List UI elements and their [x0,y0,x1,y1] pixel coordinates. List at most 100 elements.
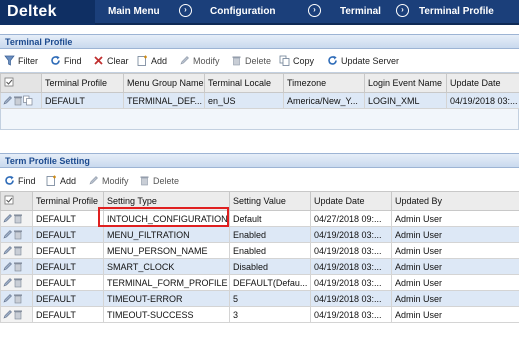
table-cell: Admin User [391,226,519,243]
term-profile-setting-toolbar: Find Add Modify Delete [0,172,519,190]
nav-main-menu[interactable]: Main Menu [108,6,160,17]
column-header[interactable]: Update Date [446,73,519,93]
table-cell: TIMEOUT-SUCCESS [103,306,230,323]
trash-icon[interactable] [13,213,23,224]
nav-configuration[interactable]: Configuration [210,6,276,17]
table-cell: DEFAULT [32,274,104,291]
update-server-label: Update Server [341,56,400,66]
table-row[interactable]: DEFAULT TIMEOUT-ERROR 5 04/19/2018 03:... Ad… [0,290,519,307]
pencil-icon [180,56,189,65]
table-row[interactable]: DEFAULT MENU_FILTRATION Enabled 04/19/2018 … [0,226,519,243]
copy-button[interactable]: Copy [279,55,314,68]
table-row[interactable]: DEFAULT MENU_PERSON_NAME Enabled 04/19/2018… [0,242,519,259]
table-cell: 3 [229,306,311,323]
edit-icon[interactable] [3,245,13,256]
nav-terminal[interactable]: Terminal [340,6,381,17]
table-cell: 04/19/2018 03:... [446,92,519,109]
edit-icon[interactable] [3,229,13,240]
column-header[interactable]: Terminal Locale [204,73,284,93]
table-cell: Disabled [229,258,311,275]
clear-button[interactable]: Clear [93,55,129,68]
edit-icon[interactable] [3,293,13,304]
edit-icon[interactable] [3,213,13,224]
row-actions [0,290,33,307]
table-cell: en_US [204,92,284,109]
table-cell: Admin User [391,274,519,291]
highlight-box [98,207,229,227]
copy-label: Copy [293,56,315,66]
modify-button[interactable]: Modify [179,55,220,68]
delete-label: Delete [245,56,272,66]
row-actions [0,226,33,243]
table-cell: 04/19/2018 03:... [310,290,392,307]
table-cell: DEFAULT [32,226,104,243]
trash-icon[interactable] [13,277,23,288]
table-cell: Admin User [391,242,519,259]
edit-icon[interactable] [3,261,13,272]
trash-icon[interactable] [13,95,23,106]
table-cell: Admin User [391,306,519,323]
column-header[interactable]: Menu Group Name [123,73,205,93]
table-cell: 04/19/2018 03:... [310,226,392,243]
column-header[interactable]: Login Event Name [364,73,447,93]
find-label: Find [18,176,36,186]
select-all-header[interactable] [0,73,42,93]
table-cell: DEFAULT [41,92,124,109]
table-cell: America/New_Y... [283,92,365,109]
add-button[interactable]: Add [137,55,167,68]
table-cell: 04/19/2018 03:... [310,258,392,275]
table-row[interactable]: DEFAULT TERMINAL_FORM_PROFILE DEFAULT(Defa… [0,274,519,291]
modify-button[interactable]: Modify [88,175,129,188]
column-header[interactable]: Updated By [391,191,519,211]
delete-button[interactable]: Delete [231,55,271,68]
update-server-button[interactable]: Update Server [327,55,399,68]
table-cell: LOGIN_XML [364,92,447,109]
column-header[interactable]: Terminal Profile [41,73,124,93]
table-cell: Enabled [229,226,311,243]
edit-icon[interactable] [3,309,13,320]
column-header[interactable]: Terminal Profile [32,191,104,211]
term-profile-setting-section-header: Term Profile Setting [0,153,519,168]
table-cell: Admin User [391,290,519,307]
table-row[interactable]: DEFAULT TIMEOUT-SUCCESS 3 04/19/2018 03:...… [0,306,519,323]
clear-label: Clear [107,56,129,66]
edit-icon[interactable] [3,95,13,106]
table-cell: TERMINAL_FORM_PROFILE [103,274,230,291]
trash-icon[interactable] [13,245,23,256]
delete-button[interactable]: Delete [139,175,179,188]
select-all-header[interactable] [0,191,33,211]
table-cell: Admin User [391,210,519,227]
trash-icon[interactable] [13,261,23,272]
add-button[interactable]: Add [46,175,76,188]
add-label: Add [151,56,168,66]
table-cell: DEFAULT [32,290,104,307]
nav-arrow-icon: › [179,4,192,17]
table-row[interactable]: DEFAULT TERMINAL_DEF... en_US America/Ne… [0,92,519,109]
column-header[interactable]: Setting Value [229,191,311,211]
filter-button[interactable]: Filter [4,55,38,68]
nav-terminal-profile[interactable]: Terminal Profile [419,6,494,17]
column-header[interactable]: Timezone [283,73,365,93]
sync-icon [328,55,337,65]
terminal-profile-section-header: Terminal Profile [0,34,519,49]
trash-icon[interactable] [13,229,23,240]
checkbox-icon [4,195,14,204]
table-row[interactable]: DEFAULT INTOUCH_CONFIGURATION Default 04/27… [0,210,519,227]
find-button[interactable]: Find [4,175,36,188]
edit-icon[interactable] [3,277,13,288]
column-header[interactable]: Update Date [310,191,392,211]
checkbox-icon [4,77,14,86]
trash-icon[interactable] [13,309,23,320]
trash-icon[interactable] [13,293,23,304]
modify-label: Modify [102,176,129,186]
table-cell: DEFAULT [32,242,104,259]
deltek-logo: Deltek [0,0,95,25]
trash-icon [232,56,241,66]
table-cell: 04/19/2018 03:... [310,242,392,259]
table-cell: DEFAULT [32,258,104,275]
copy-icon[interactable] [23,95,33,106]
copy-icon [279,55,290,66]
find-button[interactable]: Find [50,55,82,68]
table-row[interactable]: DEFAULT SMART_CLOCK Disabled 04/19/2018 03:… [0,258,519,275]
table-cell: 04/19/2018 03:... [310,274,392,291]
